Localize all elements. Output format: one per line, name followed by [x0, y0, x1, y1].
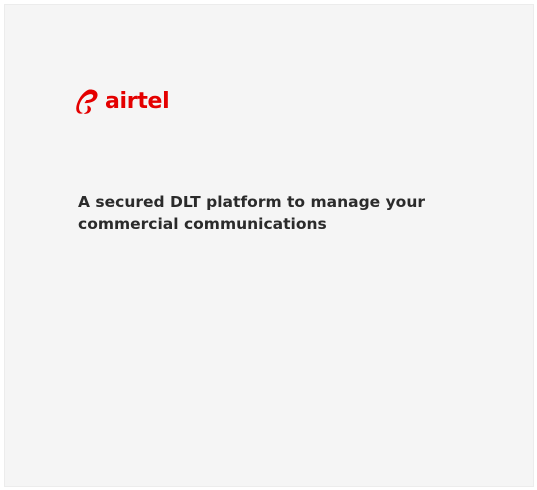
brand-name: airtel — [105, 89, 170, 114]
landing-panel: airtel A secured DLT platform to manage … — [4, 4, 534, 487]
airtel-swirl-icon — [76, 89, 98, 114]
hero-tagline: A secured DLT platform to manage your co… — [78, 193, 426, 233]
airtel-logo: airtel — [75, 85, 170, 117]
